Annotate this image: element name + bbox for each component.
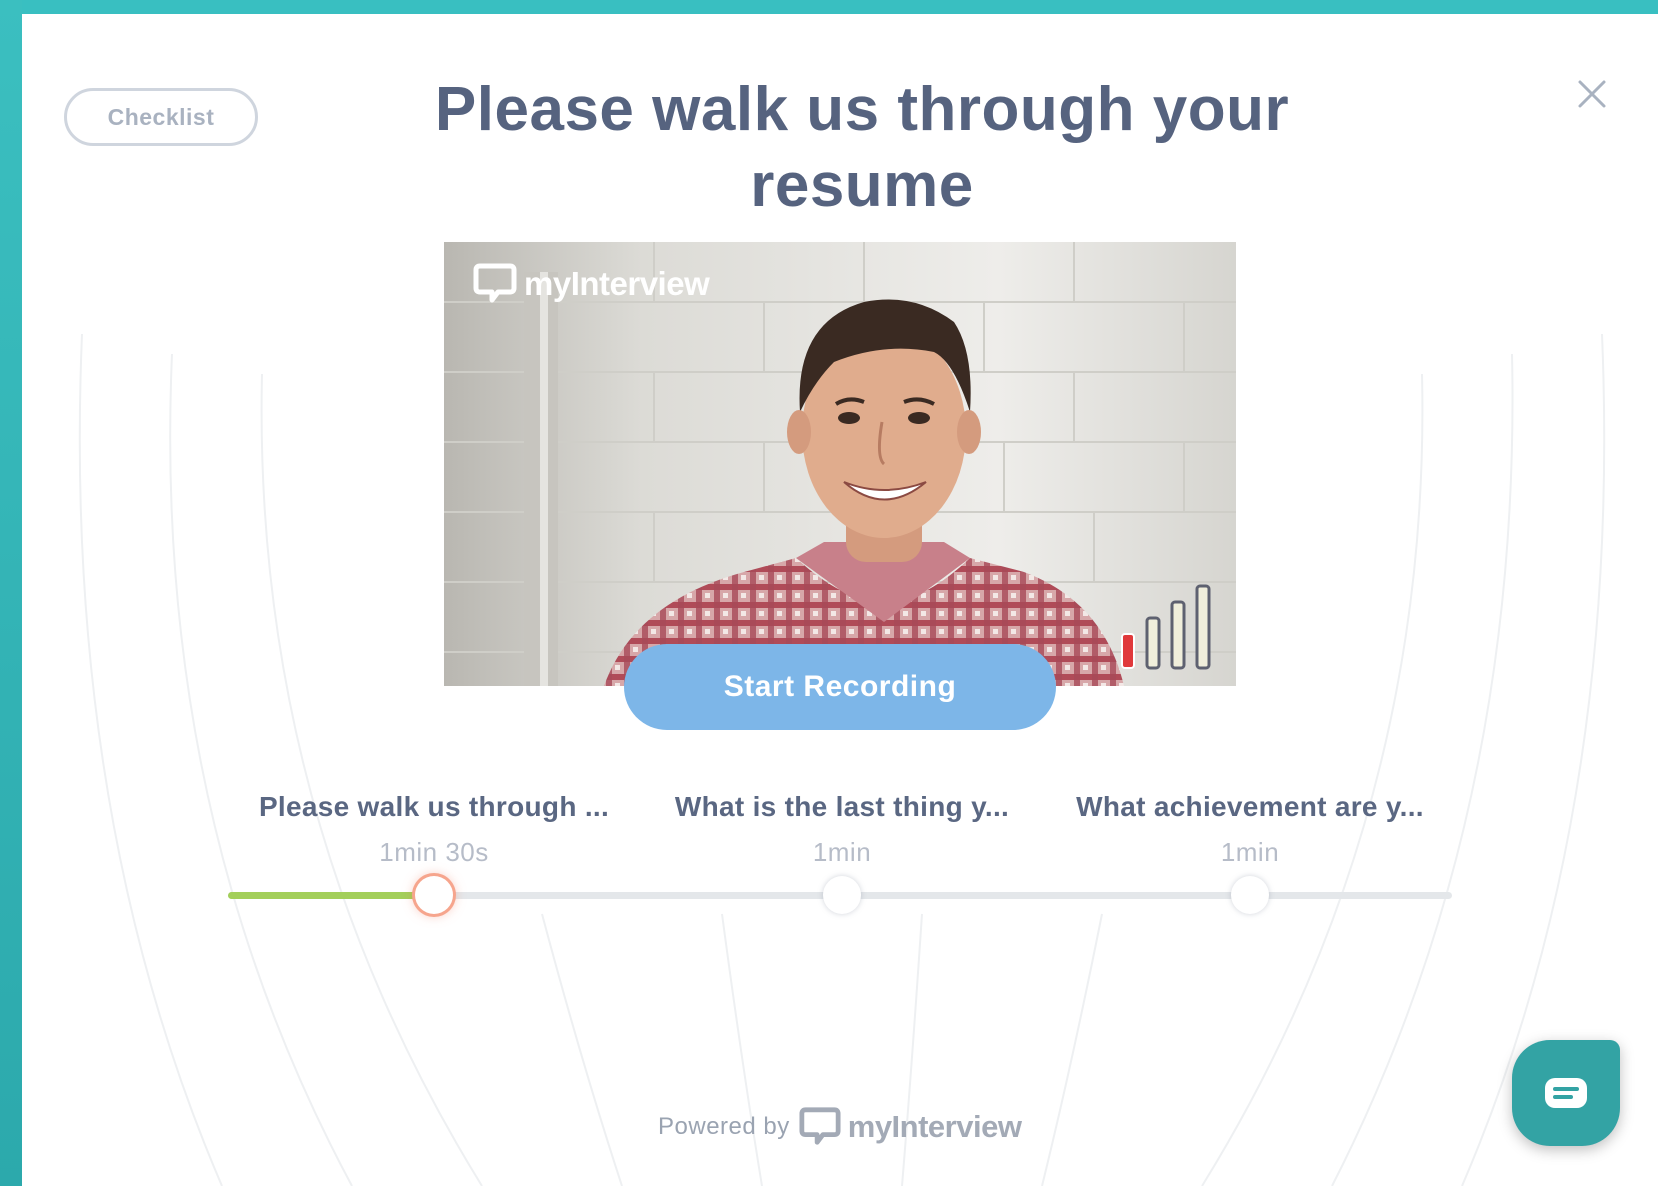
video-brand-text: myInterview xyxy=(524,265,710,302)
close-button[interactable] xyxy=(1570,72,1614,116)
close-icon xyxy=(1578,80,1606,108)
powered-by-text: Powered by xyxy=(658,1113,790,1140)
chat-button[interactable] xyxy=(1512,1040,1620,1146)
question-progress-fill xyxy=(228,892,436,899)
question-title: Please walk us through your resume xyxy=(282,72,1442,224)
question-step-label-3[interactable]: What achievement are y... xyxy=(1060,791,1440,823)
video-watermark: myInterview xyxy=(472,262,710,306)
question-step-duration-3: 1min xyxy=(1220,837,1280,867)
chat-icon xyxy=(1545,1078,1587,1108)
signal-bars-icon xyxy=(1121,584,1211,670)
question-step-duration-1: 1min 30s xyxy=(379,837,489,867)
checklist-button[interactable]: Checklist xyxy=(64,88,258,146)
question-step-duration-2: 1min xyxy=(812,837,872,867)
question-title-line2: resume xyxy=(750,151,974,220)
interview-modal: Checklist Please walk us through your re… xyxy=(22,14,1658,1186)
speech-bubble-logo-icon xyxy=(799,1107,841,1145)
question-step-dot-3[interactable] xyxy=(1231,876,1269,914)
start-recording-button[interactable]: Start Recording xyxy=(624,644,1056,730)
window-frame-left xyxy=(0,0,22,1186)
question-step-dot-1[interactable] xyxy=(415,876,453,914)
camera-preview: myInterview xyxy=(444,242,1236,686)
question-step-label-2[interactable]: What is the last thing y... xyxy=(652,791,1032,823)
powered-by-footer: Powered by myInterview xyxy=(658,1106,1022,1148)
speech-bubble-logo-icon xyxy=(473,263,517,303)
question-title-line1: Please walk us through your xyxy=(434,75,1290,144)
window-frame-top xyxy=(0,0,1658,14)
question-step-label-1[interactable]: Please walk us through ... xyxy=(244,791,624,823)
footer-brand-text: myInterview xyxy=(847,1109,1022,1144)
question-step-dot-2[interactable] xyxy=(823,876,861,914)
